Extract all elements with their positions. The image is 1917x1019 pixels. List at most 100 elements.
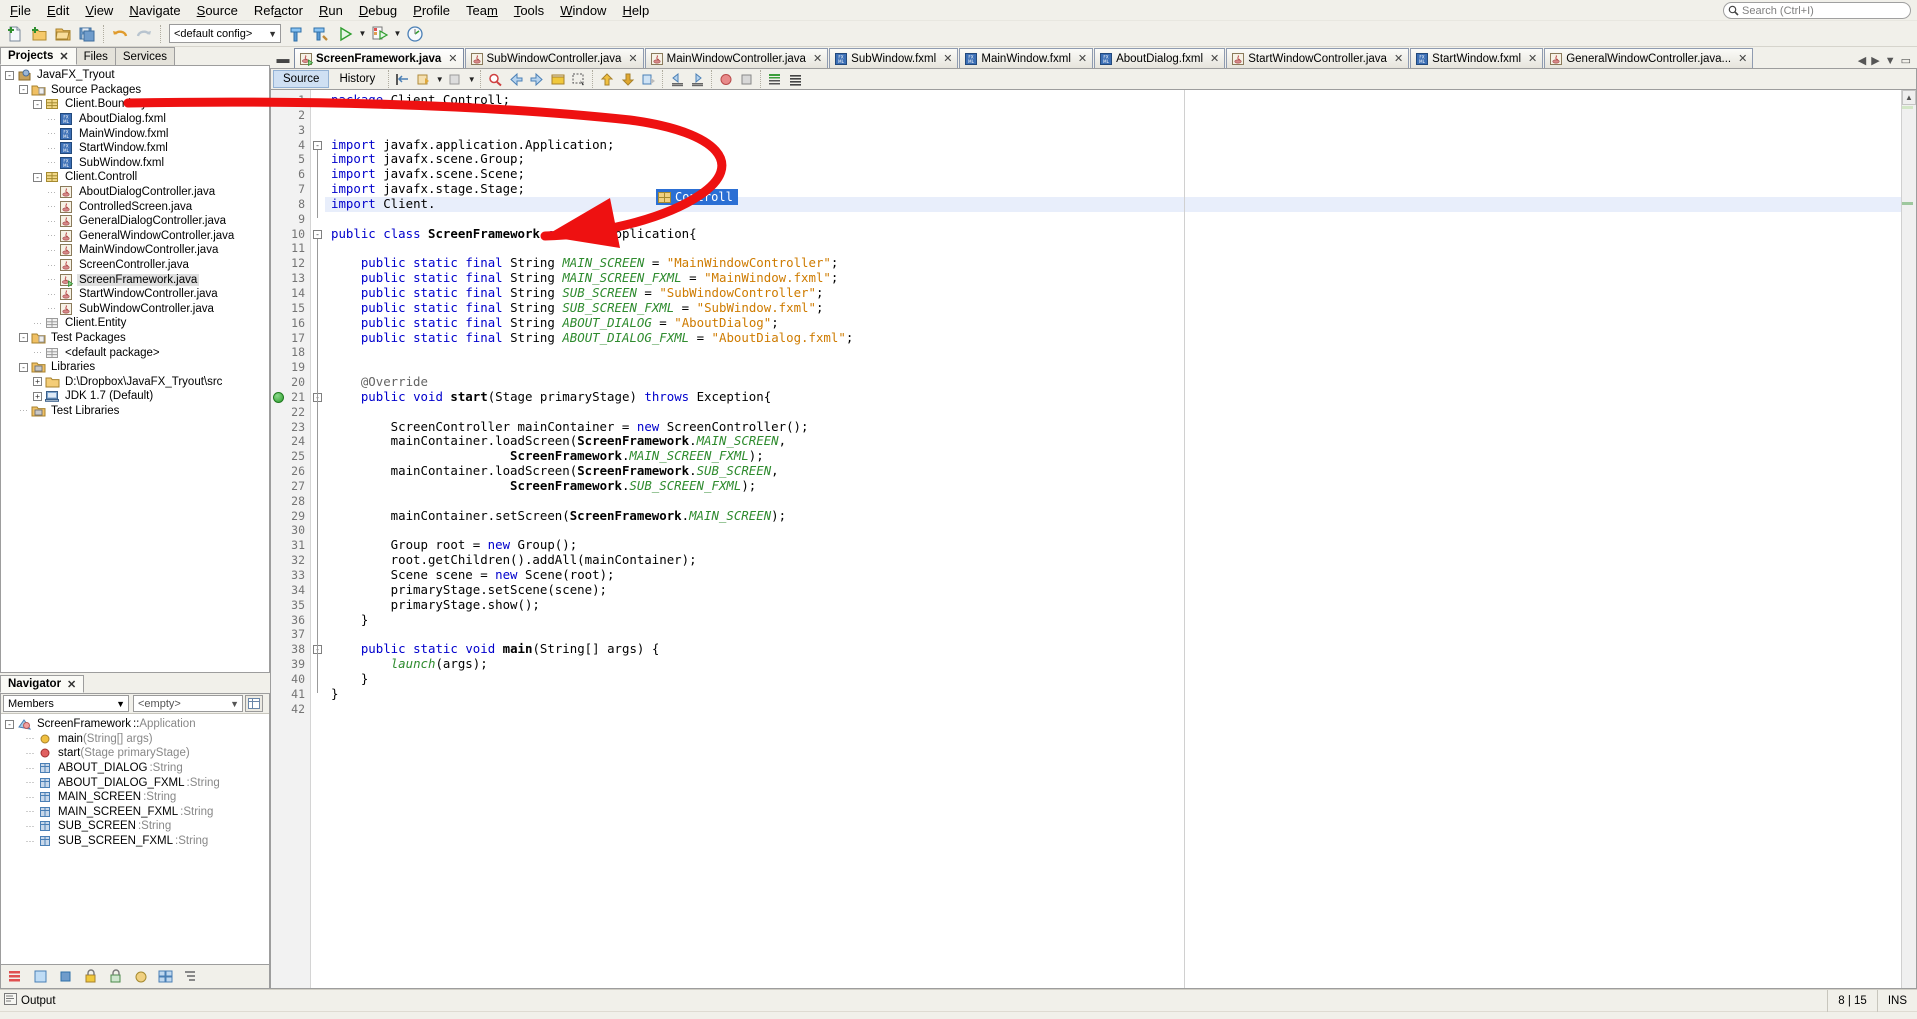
- tree-node[interactable]: ⋯ ScreenFramework.java: [1, 272, 269, 287]
- source-view-button[interactable]: Source: [273, 70, 330, 88]
- debug-dropdown-arrow-icon[interactable]: ▼: [392, 29, 403, 38]
- menu-file[interactable]: File: [2, 1, 39, 20]
- close-icon[interactable]: ✕: [1210, 52, 1219, 65]
- tab-services[interactable]: Services: [114, 47, 175, 65]
- menu-tools[interactable]: Tools: [506, 1, 552, 20]
- scroll-left-icon[interactable]: ◀: [1858, 54, 1866, 67]
- close-icon[interactable]: ✕: [1394, 52, 1403, 65]
- code-line[interactable]: [325, 494, 1916, 509]
- code-fold-column[interactable]: - - - -: [311, 90, 325, 988]
- code-line[interactable]: launch(args);: [325, 656, 1916, 672]
- tree-node[interactable]: ⋯ AboutDialogController.java: [1, 185, 269, 200]
- code-line[interactable]: Group root = new Group();: [325, 537, 1916, 553]
- close-icon[interactable]: ✕: [1528, 52, 1537, 65]
- menu-team[interactable]: Team: [458, 1, 506, 20]
- code-line[interactable]: public static void main(String[] args) {: [325, 641, 1916, 657]
- tree-node[interactable]: + D:\Dropbox\JavaFX_Tryout\src: [1, 374, 269, 389]
- build-project-button[interactable]: [285, 22, 309, 46]
- scroll-right-icon[interactable]: ▶: [1871, 54, 1879, 67]
- tab-list-icon[interactable]: ▼: [1885, 55, 1896, 67]
- editor-tab[interactable]: ScreenFramework.java ✕: [294, 48, 464, 68]
- close-icon[interactable]: ✕: [1738, 52, 1747, 65]
- tab-files[interactable]: Files: [75, 47, 116, 65]
- menu-run[interactable]: Run: [311, 1, 351, 20]
- navigator-member-row[interactable]: ⋯ ABOUT_DIALOG : String: [1, 761, 269, 776]
- menu-navigate[interactable]: Navigate: [121, 1, 188, 20]
- editor-tab[interactable]: FX ML StartWindow.fxml ✕: [1410, 48, 1544, 68]
- navigator-member-row[interactable]: ⋯ MAIN_SCREEN_FXML : String: [1, 805, 269, 820]
- code-line[interactable]: public void start(Stage primaryStage) th…: [325, 389, 1916, 405]
- history-view-button[interactable]: History: [329, 70, 385, 88]
- menu-edit[interactable]: Edit: [39, 1, 77, 20]
- editor-tab[interactable]: MainWindowController.java ✕: [644, 48, 829, 68]
- collapse-toggle-icon[interactable]: -: [19, 85, 28, 95]
- navigator-member-row[interactable]: ⋯ start(Stage primaryStage): [1, 746, 269, 761]
- menu-profile[interactable]: Profile: [405, 1, 458, 20]
- back-dropdown-arrow-icon[interactable]: ▼: [434, 75, 445, 84]
- run-dropdown-arrow-icon[interactable]: ▼: [357, 29, 368, 38]
- tree-node[interactable]: ⋯ FX ML AboutDialog.fxml: [1, 112, 269, 127]
- code-editor[interactable]: 1 2 3 4 5 6 7 8 9 10 11 12 13 14 15 16 17 18 19 20 21 22 23 24 2…: [270, 90, 1917, 989]
- tree-node[interactable]: ⋯ StartWindowController.java: [1, 287, 269, 302]
- shift-right-button[interactable]: [687, 70, 708, 89]
- code-line[interactable]: [325, 627, 1916, 642]
- code-line[interactable]: public static final String SUB_SCREEN = …: [325, 285, 1916, 301]
- code-line[interactable]: mainContainer.setScreen(ScreenFramework.…: [325, 508, 1916, 524]
- tree-node[interactable]: + JDK 1.7 (Default): [1, 389, 269, 404]
- open-project-button[interactable]: [51, 22, 75, 46]
- editor-tab[interactable]: FX ML MainWindow.fxml ✕: [959, 48, 1094, 68]
- code-line[interactable]: import javafx.stage.Stage;: [325, 181, 1916, 197]
- code-line[interactable]: Scene scene = new Scene(root);: [325, 567, 1916, 583]
- code-line[interactable]: }: [325, 686, 1916, 702]
- code-line[interactable]: import javafx.application.Application;: [325, 137, 1916, 153]
- show-fields-button[interactable]: [55, 967, 77, 987]
- editor-tab[interactable]: FX ML AboutDialog.fxml ✕: [1094, 48, 1226, 68]
- tree-node[interactable]: ⋯ FX ML StartWindow.fxml: [1, 141, 269, 156]
- clean-build-button[interactable]: [309, 22, 333, 46]
- search-field[interactable]: Search (Ctrl+I): [1723, 2, 1911, 19]
- close-icon[interactable]: ✕: [1078, 52, 1087, 65]
- close-icon[interactable]: ✕: [943, 52, 952, 65]
- minimize-window-icon[interactable]: ▬: [274, 49, 292, 68]
- tree-node[interactable]: ⋯ MainWindowController.java: [1, 243, 269, 258]
- code-line[interactable]: }: [325, 671, 1916, 687]
- menu-source[interactable]: Source: [189, 1, 246, 20]
- maximize-icon[interactable]: ▭: [1901, 54, 1911, 67]
- navigator-members-tree[interactable]: - ScreenFramework :: Application ⋯ main(Str…: [1, 714, 269, 848]
- tree-node[interactable]: ⋯ ControlledScreen.java: [1, 199, 269, 214]
- uncomment-button[interactable]: [785, 70, 806, 89]
- collapse-toggle-icon[interactable]: -: [5, 719, 14, 729]
- new-file-button[interactable]: [3, 22, 27, 46]
- code-line[interactable]: import javafx.scene.Scene;: [325, 166, 1916, 182]
- navigator-member-row[interactable]: ⋯ MAIN_SCREEN : String: [1, 790, 269, 805]
- editor-tab[interactable]: FX ML SubWindow.fxml ✕: [829, 48, 959, 68]
- tree-node[interactable]: - Test Packages: [1, 331, 269, 346]
- code-line[interactable]: mainContainer.loadScreen(ScreenFramework…: [325, 433, 1916, 449]
- start-macro-recording-button[interactable]: [715, 70, 736, 89]
- output-window-button[interactable]: Output: [0, 993, 56, 1008]
- code-line[interactable]: root.getChildren().addAll(mainContainer)…: [325, 552, 1916, 568]
- next-bookmark-button[interactable]: [617, 70, 638, 89]
- sort-alphabetical-button[interactable]: [5, 967, 27, 987]
- code-line[interactable]: ScreenController mainContainer = new Scr…: [325, 419, 1916, 435]
- new-project-button[interactable]: [27, 22, 51, 46]
- code-line[interactable]: [325, 523, 1916, 538]
- code-fold-toggle[interactable]: -: [313, 140, 322, 150]
- code-line[interactable]: [325, 405, 1916, 420]
- code-line[interactable]: [325, 241, 1916, 256]
- shift-left-button[interactable]: [666, 70, 687, 89]
- editor-tab[interactable]: StartWindowController.java ✕: [1226, 48, 1410, 68]
- autocomplete-popup[interactable]: Controll: [656, 189, 738, 205]
- code-line[interactable]: @Override: [325, 374, 1916, 390]
- forward-navigation-button[interactable]: [445, 70, 466, 89]
- tree-node[interactable]: - JavaFX_Tryout: [1, 68, 269, 83]
- code-line[interactable]: primaryStage.setScene(scene);: [325, 582, 1916, 598]
- filters-button[interactable]: [155, 967, 177, 987]
- tree-node[interactable]: - Libraries: [1, 360, 269, 375]
- navigator-scope-combo[interactable]: <empty> ▼: [133, 695, 243, 712]
- navigator-member-row[interactable]: ⋯ SUB_SCREEN : String: [1, 819, 269, 834]
- menu-window[interactable]: Window: [552, 1, 614, 20]
- tree-node[interactable]: ⋯ GeneralDialogController.java: [1, 214, 269, 229]
- tree-node[interactable]: ⋯ <default package>: [1, 345, 269, 360]
- code-line[interactable]: [325, 212, 1916, 227]
